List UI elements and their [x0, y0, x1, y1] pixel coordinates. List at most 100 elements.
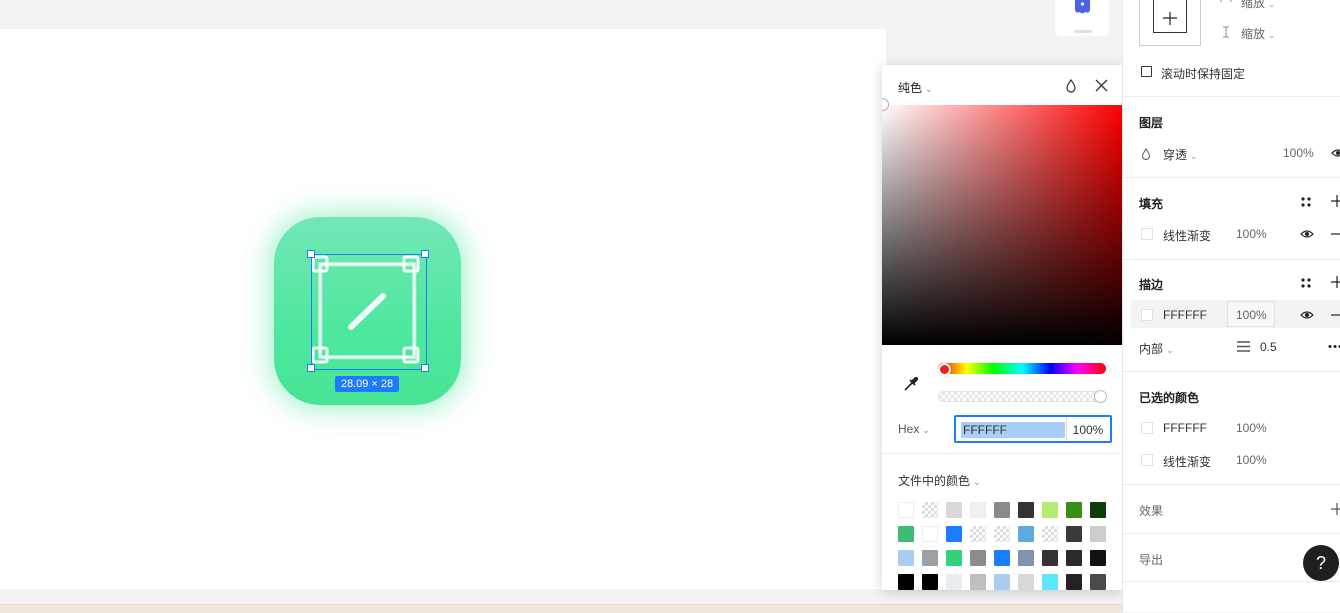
color-swatch[interactable] [946, 574, 962, 590]
selection-box[interactable] [311, 254, 427, 370]
close-icon[interactable] [1095, 79, 1108, 92]
color-swatch[interactable] [1018, 502, 1034, 518]
color-swatch[interactable] [946, 502, 962, 518]
selected-color-label[interactable]: FFFFFF [1163, 421, 1207, 435]
remove-fill-icon[interactable] [1331, 228, 1340, 240]
color-swatch[interactable] [946, 550, 962, 566]
color-swatch[interactable] [1090, 502, 1106, 518]
resize-handle-bottom-right[interactable] [421, 364, 429, 372]
color-swatch[interactable] [922, 502, 938, 518]
hex-input[interactable] [961, 422, 1065, 438]
fill-color-chip[interactable] [1141, 228, 1153, 240]
color-format-select[interactable]: Hex⌄ [898, 422, 930, 436]
fill-name[interactable]: 线性渐变 [1163, 227, 1211, 244]
color-swatch[interactable] [898, 550, 914, 566]
opacity-slider-handle[interactable] [1094, 390, 1107, 403]
stroke-position-select[interactable]: 内部⌄ [1139, 340, 1174, 357]
color-swatch[interactable] [970, 502, 986, 518]
hex-field-divider [1066, 417, 1067, 441]
stroke-opacity-value[interactable]: 100% [1236, 308, 1267, 322]
style-grid-icon[interactable] [1300, 196, 1312, 208]
color-swatch[interactable] [1090, 526, 1106, 542]
color-swatch[interactable] [1042, 526, 1058, 542]
layer-opacity-value[interactable]: 100% [1283, 146, 1314, 160]
eye-icon[interactable] [1300, 310, 1314, 320]
plugin-tile[interactable] [1055, 0, 1109, 36]
hue-slider[interactable] [938, 363, 1106, 374]
color-swatch[interactable] [1090, 574, 1106, 590]
stroke-weight-value[interactable]: 0.5 [1260, 340, 1277, 354]
style-grid-icon[interactable] [1300, 277, 1312, 289]
color-swatch[interactable] [994, 574, 1010, 590]
help-button[interactable]: ? [1303, 545, 1339, 581]
color-swatch[interactable] [1042, 574, 1058, 590]
eye-icon[interactable] [1300, 229, 1314, 239]
constraint-vertical-icon [1221, 26, 1231, 38]
color-swatch[interactable] [898, 526, 914, 542]
document-colors-select[interactable]: 文件中的颜色⌄ [898, 472, 981, 489]
chevron-down-icon: ⌄ [922, 425, 930, 435]
eye-icon[interactable] [1331, 148, 1340, 158]
stroke-hex-value[interactable]: FFFFFF [1163, 308, 1207, 322]
selected-color-opacity[interactable]: 100% [1236, 421, 1267, 435]
color-swatch[interactable] [1042, 550, 1058, 566]
color-swatch[interactable] [922, 550, 938, 566]
layer-section-title: 图层 [1139, 114, 1163, 131]
layer-blend-label: 穿透 [1163, 148, 1187, 162]
chevron-down-icon: ⌄ [973, 477, 981, 487]
color-swatch[interactable] [994, 526, 1010, 542]
opacity-slider[interactable] [938, 391, 1106, 402]
color-swatch[interactable] [1066, 550, 1082, 566]
color-swatch[interactable] [898, 502, 914, 518]
color-swatch[interactable] [994, 550, 1010, 566]
blend-mode-icon[interactable] [1065, 79, 1077, 93]
color-swatch[interactable] [1090, 550, 1106, 566]
remove-stroke-icon[interactable] [1331, 309, 1340, 321]
color-picker-popup[interactable]: 纯色⌄ Hex⌄ 文件中的颜色⌄ [882, 65, 1122, 590]
eyedropper-icon[interactable] [902, 375, 920, 393]
stroke-section-title: 描边 [1139, 276, 1163, 293]
saturation-brightness-field[interactable] [882, 105, 1122, 345]
color-swatch[interactable] [922, 526, 938, 542]
color-swatch[interactable] [1066, 574, 1082, 590]
selected-color-opacity[interactable]: 100% [1236, 453, 1267, 467]
selected-color-chip[interactable] [1141, 422, 1153, 434]
color-swatch[interactable] [970, 526, 986, 542]
fill-opacity-value[interactable]: 100% [1236, 227, 1267, 241]
layer-blend-select[interactable]: 穿透⌄ [1163, 146, 1198, 163]
color-swatch[interactable] [1066, 502, 1082, 518]
constraint-horizontal-select[interactable]: 缩放⌄ [1241, 0, 1276, 11]
add-stroke-icon[interactable] [1331, 276, 1340, 288]
document-colors-grid [898, 502, 1114, 590]
opacity-input[interactable] [1068, 422, 1108, 438]
color-swatch[interactable] [946, 526, 962, 542]
selected-color-label[interactable]: 线性渐变 [1163, 453, 1211, 470]
color-swatch[interactable] [1018, 526, 1034, 542]
add-effect-icon[interactable] [1331, 503, 1340, 515]
fill-type-select[interactable]: 纯色⌄ [898, 79, 933, 96]
color-swatch[interactable] [1042, 502, 1058, 518]
color-swatch[interactable] [922, 574, 938, 590]
divider [1123, 484, 1340, 485]
color-swatch[interactable] [994, 502, 1010, 518]
selected-color-chip[interactable] [1141, 454, 1153, 466]
resize-handle-bottom-left[interactable] [307, 364, 315, 372]
color-swatch[interactable] [970, 574, 986, 590]
chevron-down-icon: ⌄ [925, 84, 933, 94]
constraint-vertical-select[interactable]: 缩放⌄ [1241, 25, 1276, 42]
more-options-icon[interactable] [1327, 344, 1340, 349]
constraints-widget[interactable] [1139, 0, 1201, 46]
divider [1123, 177, 1340, 178]
color-swatch[interactable] [1066, 526, 1082, 542]
resize-handle-top-right[interactable] [421, 250, 429, 258]
color-swatch[interactable] [1018, 574, 1034, 590]
fix-on-scroll-checkbox[interactable] [1141, 66, 1152, 77]
hue-slider-handle[interactable] [938, 363, 951, 376]
add-fill-icon[interactable] [1331, 195, 1340, 207]
stroke-color-chip[interactable] [1141, 309, 1153, 321]
color-swatch[interactable] [1018, 550, 1034, 566]
color-swatch[interactable] [898, 574, 914, 590]
color-swatch[interactable] [970, 550, 986, 566]
divider [882, 453, 1122, 454]
resize-handle-top-left[interactable] [307, 250, 315, 258]
